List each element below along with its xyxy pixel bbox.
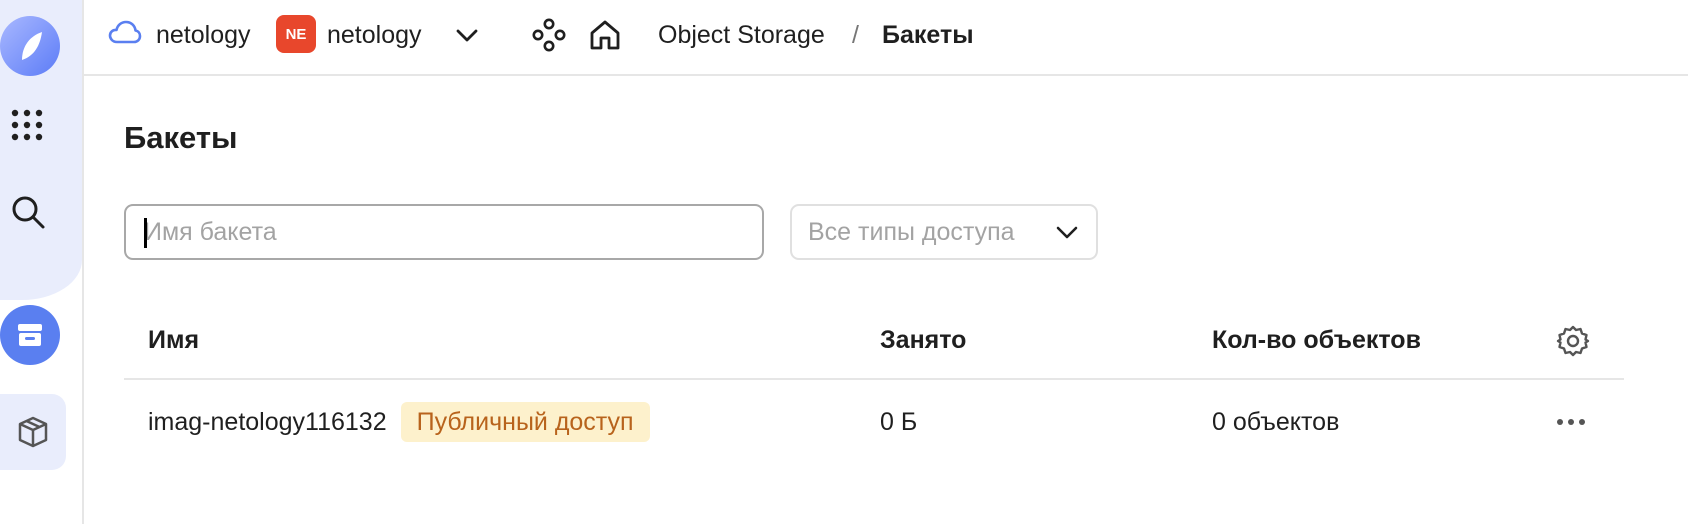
column-header-size[interactable]: Занято: [880, 326, 966, 355]
bucket-name[interactable]: imag-netology116132: [148, 408, 387, 437]
table-row[interactable]: imag-netology116132 Публичный доступ 0 Б…: [124, 380, 1624, 464]
object-storage-icon[interactable]: [0, 305, 60, 365]
text-caret: [144, 218, 147, 248]
access-type-value: Все типы доступа: [808, 217, 1015, 246]
cloud-name: netology: [156, 20, 251, 49]
bucket-search-input[interactable]: [144, 206, 744, 258]
page-title: Бакеты: [124, 120, 238, 155]
chevron-down-icon: [1054, 220, 1080, 249]
table-header: Имя Занято Кол-во объектов: [124, 308, 1624, 380]
breadcrumb-separator: /: [852, 20, 859, 49]
buckets-table: Имя Занято Кол-во объектов imag-netology…: [124, 308, 1624, 464]
app-window: netology NE netology Object Storage / Ба…: [0, 0, 1688, 524]
bucket-size: 0 Б: [880, 407, 918, 436]
search-icon[interactable]: [10, 194, 46, 230]
column-header-objects[interactable]: Кол-во объектов: [1212, 326, 1421, 355]
folder-avatar[interactable]: NE: [276, 15, 316, 53]
cloud-icon: [108, 19, 142, 52]
apps-grid-icon[interactable]: [10, 108, 44, 142]
sidebar: [0, 0, 84, 524]
cube-icon[interactable]: [0, 394, 66, 470]
folder-name[interactable]: netology: [327, 0, 422, 70]
logo-icon[interactable]: [0, 16, 60, 76]
breadcrumb-service[interactable]: Object Storage: [658, 0, 825, 70]
bucket-name-cell[interactable]: imag-netology116132 Публичный доступ: [148, 380, 650, 464]
access-type-select[interactable]: Все типы доступа: [790, 204, 1098, 260]
chevron-down-icon[interactable]: [454, 0, 480, 70]
bucket-search-field[interactable]: [124, 204, 764, 260]
bucket-object-count: 0 объектов: [1212, 407, 1340, 436]
header: netology NE netology Object Storage / Ба…: [84, 0, 1688, 76]
services-icon[interactable]: [532, 0, 566, 70]
access-badge: Публичный доступ: [400, 402, 650, 442]
more-icon[interactable]: [1556, 380, 1586, 464]
cloud-selector[interactable]: netology: [108, 0, 251, 70]
home-icon[interactable]: [588, 0, 622, 70]
gear-icon[interactable]: [1556, 324, 1590, 365]
column-header-name[interactable]: Имя: [148, 326, 199, 355]
breadcrumb-current: Бакеты: [882, 20, 974, 49]
